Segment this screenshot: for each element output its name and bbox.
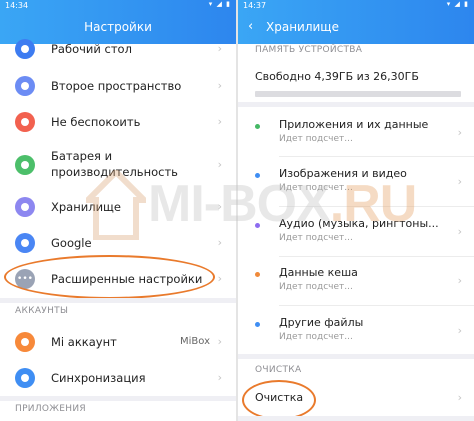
row-divider — [279, 305, 474, 306]
category-color-dot — [255, 124, 260, 129]
memory-section-title: ПАМЯТЬ УСТРОЙСТВА — [255, 45, 363, 55]
chevron-right-icon: › — [217, 158, 222, 171]
account-value: MiBox — [180, 336, 210, 347]
settings-item-desktop[interactable]: Рабочий стол › — [0, 38, 236, 60]
settings-item-storage[interactable]: Хранилище › — [0, 195, 236, 219]
status-icons: ▾ ◢ ▮ — [208, 0, 231, 8]
category-color-dot — [255, 173, 260, 178]
chevron-right-icon: › — [457, 175, 462, 188]
chevron-right-icon: › — [217, 200, 222, 213]
status-bar: 14:37 ▾ ◢ ▮ — [238, 0, 474, 12]
section-divider — [238, 354, 474, 359]
storage-app-bar: 14:37 ▾ ◢ ▮ ‹ Хранилище — [238, 0, 474, 44]
category-name: Данные кеша — [279, 266, 358, 279]
settings-item-label: Второе пространство — [51, 79, 182, 93]
google-icon — [15, 233, 35, 253]
section-divider — [238, 102, 474, 107]
category-color-dot — [255, 322, 260, 327]
storage-usage-bar — [255, 91, 461, 97]
settings-item-sync[interactable]: Синхронизация › — [0, 366, 236, 390]
highlight-oval — [242, 380, 316, 420]
chevron-right-icon: › — [217, 115, 222, 128]
category-name: Приложения и их данные — [279, 118, 429, 131]
highlight-oval — [4, 255, 215, 299]
status-icons: ▾ ◢ ▮ — [446, 0, 469, 8]
section-divider — [238, 416, 474, 421]
chevron-right-icon: › — [217, 272, 222, 285]
storage-category-cache[interactable]: Данные кеша Идет подсчет... › — [238, 266, 474, 300]
desktop-icon — [15, 39, 35, 59]
battery-icon — [15, 155, 35, 175]
category-status: Идет подсчет... — [279, 183, 353, 193]
storage-icon — [15, 197, 35, 217]
page-title: Хранилище — [266, 20, 339, 34]
settings-item-label: Рабочий стол — [51, 42, 132, 56]
settings-item-label: Google — [51, 236, 92, 250]
settings-item-second-space[interactable]: Второе пространство › — [0, 74, 236, 98]
back-arrow-icon[interactable]: ‹ — [248, 19, 253, 34]
settings-item-label: Хранилище — [51, 200, 121, 214]
category-status: Идет подсчет... — [279, 282, 353, 292]
storage-category-apps[interactable]: Приложения и их данные Идет подсчет... › — [238, 118, 474, 152]
page-title: Настройки — [84, 20, 152, 34]
chevron-right-icon: › — [457, 126, 462, 139]
chevron-right-icon: › — [457, 391, 462, 404]
chevron-right-icon: › — [457, 274, 462, 287]
sync-icon — [15, 368, 35, 388]
chevron-right-icon: › — [217, 371, 222, 384]
chevron-right-icon: › — [217, 42, 222, 55]
settings-item-label: Mi аккаунт — [51, 335, 117, 349]
moon-icon — [15, 112, 35, 132]
category-status: Идет подсчет... — [279, 332, 353, 342]
storage-category-other[interactable]: Другие файлы Идет подсчет... › — [238, 316, 474, 350]
storage-screen: 14:37 ▾ ◢ ▮ ‹ Хранилище ПАМЯТЬ УСТРОЙСТВ… — [238, 0, 474, 421]
settings-item-label: Батарея и производительность — [51, 149, 178, 179]
chevron-right-icon: › — [217, 335, 222, 348]
free-space-text: Свободно 4,39ГБ из 26,30ГБ — [255, 70, 419, 83]
category-name: Другие файлы — [279, 316, 364, 329]
category-color-dot — [255, 223, 260, 228]
category-status: Идет подсчет... — [279, 134, 353, 144]
cleanup-section-title: ОЧИСТКА — [255, 365, 302, 375]
row-divider — [279, 256, 474, 257]
category-color-dot — [255, 272, 260, 277]
chevron-right-icon: › — [217, 79, 222, 92]
settings-item-label: Синхронизация — [51, 371, 146, 385]
storage-category-images[interactable]: Изображения и видео Идет подсчет... › — [238, 167, 474, 201]
section-divider — [0, 396, 236, 401]
chevron-right-icon: › — [457, 225, 462, 238]
settings-item-mi-account[interactable]: Mi аккаунт MiBox › — [0, 330, 236, 354]
chevron-right-icon: › — [217, 236, 222, 249]
settings-item-do-not-disturb[interactable]: Не беспокоить › — [0, 110, 236, 134]
section-divider — [0, 298, 236, 303]
status-time: 14:37 — [243, 1, 267, 10]
category-name: Изображения и видео — [279, 167, 407, 180]
row-divider — [279, 156, 474, 157]
accounts-section-title: АККАУНТЫ — [15, 306, 69, 316]
chevron-right-icon: › — [457, 324, 462, 337]
apps-section-title: ПРИЛОЖЕНИЯ — [15, 404, 86, 414]
status-bar: 14:34 ▾ ◢ ▮ — [0, 0, 236, 12]
settings-item-label: Не беспокоить — [51, 115, 141, 129]
second-space-icon — [15, 76, 35, 96]
settings-screen: 14:34 ▾ ◢ ▮ Настройки Рабочий стол › Вто… — [0, 0, 236, 421]
settings-item-google[interactable]: Google › — [0, 231, 236, 255]
storage-category-audio[interactable]: Аудио (музыка, рингтоны... Идет подсчет.… — [238, 217, 474, 251]
settings-item-battery[interactable]: Батарея и производительность › — [0, 148, 236, 182]
row-divider — [279, 206, 474, 207]
category-status: Идет подсчет... — [279, 233, 353, 243]
mi-account-icon — [15, 332, 35, 352]
category-name: Аудио (музыка, рингтоны... — [279, 217, 439, 230]
status-time: 14:34 — [5, 1, 29, 10]
